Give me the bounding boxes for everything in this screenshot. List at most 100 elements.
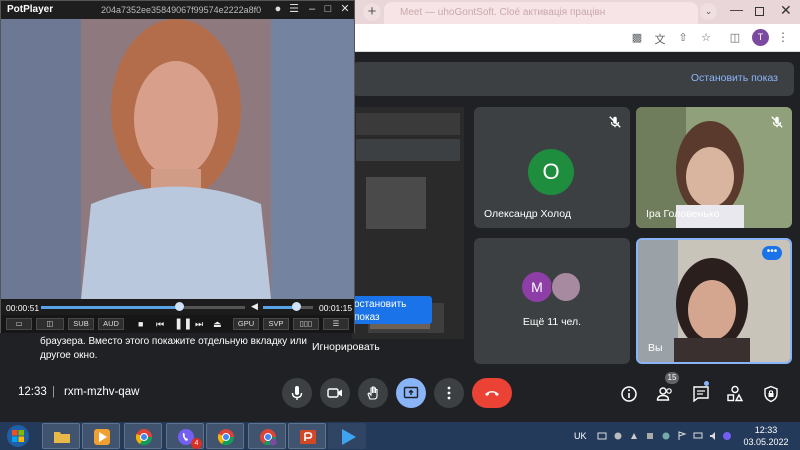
- potplayer-window[interactable]: PotPlayer 204a7352ee35849067f99574e2222a…: [0, 0, 355, 333]
- chat-icon[interactable]: [692, 385, 710, 403]
- bookmark-star-icon[interactable]: ☆: [699, 31, 713, 44]
- tile-options-button[interactable]: •••: [762, 246, 782, 260]
- viber-tray-icon[interactable]: [722, 431, 732, 441]
- chrome-profile-icon: [260, 429, 277, 446]
- host-controls-icon[interactable]: [762, 385, 780, 403]
- stop-icon[interactable]: ■: [138, 318, 143, 330]
- language-indicator[interactable]: UK: [574, 431, 587, 441]
- tray-app-icon[interactable]: [613, 431, 623, 441]
- taskbar-powerpoint[interactable]: [288, 423, 326, 449]
- volume-icon[interactable]: ◀: [251, 300, 258, 312]
- info-icon[interactable]: [620, 385, 638, 403]
- ignore-button[interactable]: Игнорировать: [312, 341, 380, 353]
- video-frame[interactable]: [1, 19, 354, 299]
- separator: |: [52, 386, 55, 398]
- minimize-icon[interactable]: —: [730, 2, 743, 17]
- activities-icon[interactable]: [726, 385, 744, 403]
- raise-hand-icon: [367, 386, 378, 400]
- seek-handle[interactable]: [175, 302, 185, 311]
- more-participants-tile[interactable]: М Ещё 11 чел.: [474, 238, 630, 364]
- next-icon[interactable]: ⏭: [195, 318, 203, 330]
- audio-button[interactable]: AUD: [98, 318, 124, 330]
- clock-time[interactable]: 12:33: [736, 425, 796, 435]
- menu-icon[interactable]: ☰: [285, 2, 303, 17]
- participant-name: Іра Головенько: [646, 208, 720, 220]
- raise-hand-button[interactable]: [358, 378, 388, 408]
- subtitle-button[interactable]: SUB: [68, 318, 94, 330]
- viber-unread-badge: 4: [191, 438, 202, 449]
- screen: + Meet — uhoGontSoft. Cloé активація пра…: [0, 0, 800, 450]
- taskbar-potplayer[interactable]: [82, 423, 120, 449]
- clock-date[interactable]: 03.05.2022: [736, 437, 796, 447]
- popup-line: показ: [354, 312, 380, 323]
- mic-off-icon: [609, 116, 621, 128]
- more-options-button[interactable]: [434, 378, 464, 408]
- gpu-button[interactable]: GPU: [233, 318, 259, 330]
- capture-button[interactable]: ◫: [36, 318, 64, 330]
- svp-button[interactable]: SVP: [263, 318, 289, 330]
- start-button-icon[interactable]: [4, 424, 32, 448]
- participant-tile-you[interactable]: ••• Вы: [636, 238, 792, 364]
- volume-handle[interactable]: [291, 302, 301, 311]
- eject-icon[interactable]: ⏏: [213, 318, 222, 330]
- camera-permission-icon[interactable]: ▩: [630, 31, 644, 44]
- participant-name: Вы: [648, 342, 663, 354]
- tray-app-icon[interactable]: [629, 431, 639, 441]
- mic-toggle-button[interactable]: [282, 378, 312, 408]
- new-tab-button[interactable]: +: [363, 3, 381, 21]
- screen-mode-button[interactable]: ▭: [6, 318, 32, 330]
- chrome-icon: [135, 429, 153, 446]
- previous-icon[interactable]: ⏮: [156, 318, 164, 330]
- profile-avatar[interactable]: T: [752, 29, 769, 46]
- taskbar-chrome-2[interactable]: [206, 423, 244, 449]
- participant-tile-ira[interactable]: Іра Головенько: [636, 107, 792, 228]
- chrome-icon: [217, 429, 235, 446]
- participants-count-badge: 15: [665, 372, 679, 384]
- participant-tile-oleksandr[interactable]: О Олександр Холод: [474, 107, 630, 228]
- potplayer-titlebar[interactable]: PotPlayer 204a7352ee35849067f99574e2222a…: [1, 1, 354, 19]
- camera-icon: [327, 388, 342, 398]
- share-icon[interactable]: ⇧: [676, 31, 690, 44]
- microphone-icon: [291, 386, 303, 400]
- volume-icon[interactable]: [709, 431, 719, 441]
- potplayer-icon: [94, 429, 110, 445]
- display-icon[interactable]: [693, 431, 703, 441]
- more-options-icon: [447, 386, 451, 400]
- seek-fill: [41, 306, 180, 309]
- taskbar-explorer[interactable]: [42, 423, 80, 449]
- playlist-button[interactable]: ☰: [323, 318, 349, 330]
- current-time: 00:00:51: [6, 303, 40, 313]
- tab-search-icon[interactable]: ⌄: [700, 3, 717, 20]
- close-icon[interactable]: ✕: [336, 2, 354, 17]
- taskbar-viber[interactable]: 4: [166, 423, 204, 449]
- present-button[interactable]: [396, 378, 426, 408]
- playback-controls: ▭ ◫ SUB AUD ■ ⏮ ❚❚ ⏭ ⏏ GPU SVP ▯▯▯ ☰: [1, 315, 354, 333]
- maximize-icon[interactable]: □: [319, 2, 337, 17]
- maximize-icon[interactable]: [755, 7, 764, 16]
- volume-slider[interactable]: [263, 306, 313, 309]
- taskbar-chrome-profile[interactable]: [248, 423, 286, 449]
- taskbar-media[interactable]: [328, 423, 366, 449]
- translate-icon[interactable]: 文: [653, 31, 667, 47]
- meeting-code: rxm-mzhv-qaw: [64, 386, 140, 398]
- seek-slider[interactable]: [41, 306, 245, 309]
- equalizer-button[interactable]: ▯▯▯: [293, 318, 319, 330]
- total-time: 00:01:15: [319, 303, 353, 313]
- taskbar-chrome[interactable]: [124, 423, 162, 449]
- presenting-banner: Остановить показ: [352, 62, 794, 96]
- stop-sharing-button[interactable]: Остановить показ: [691, 72, 778, 84]
- tray-app-icon[interactable]: [645, 431, 655, 441]
- pause-icon[interactable]: ❚❚: [174, 318, 192, 330]
- mic-off-icon: [771, 116, 783, 128]
- end-call-button[interactable]: [472, 378, 512, 408]
- side-panel-icon[interactable]: ◫: [728, 31, 742, 44]
- people-icon[interactable]: [656, 385, 674, 403]
- network-icon[interactable]: [597, 431, 607, 441]
- seek-bar-area: 00:00:51 ◀ 00:01:15: [1, 299, 354, 315]
- tray-app-icon[interactable]: [661, 431, 671, 441]
- camera-toggle-button[interactable]: [320, 378, 350, 408]
- chrome-menu-icon[interactable]: ⋮: [777, 30, 789, 44]
- flag-icon[interactable]: [677, 431, 687, 441]
- close-icon[interactable]: ✕: [780, 2, 792, 19]
- browser-tab[interactable]: Meet — uhoGontSoft. Cloé активація праці…: [384, 2, 698, 24]
